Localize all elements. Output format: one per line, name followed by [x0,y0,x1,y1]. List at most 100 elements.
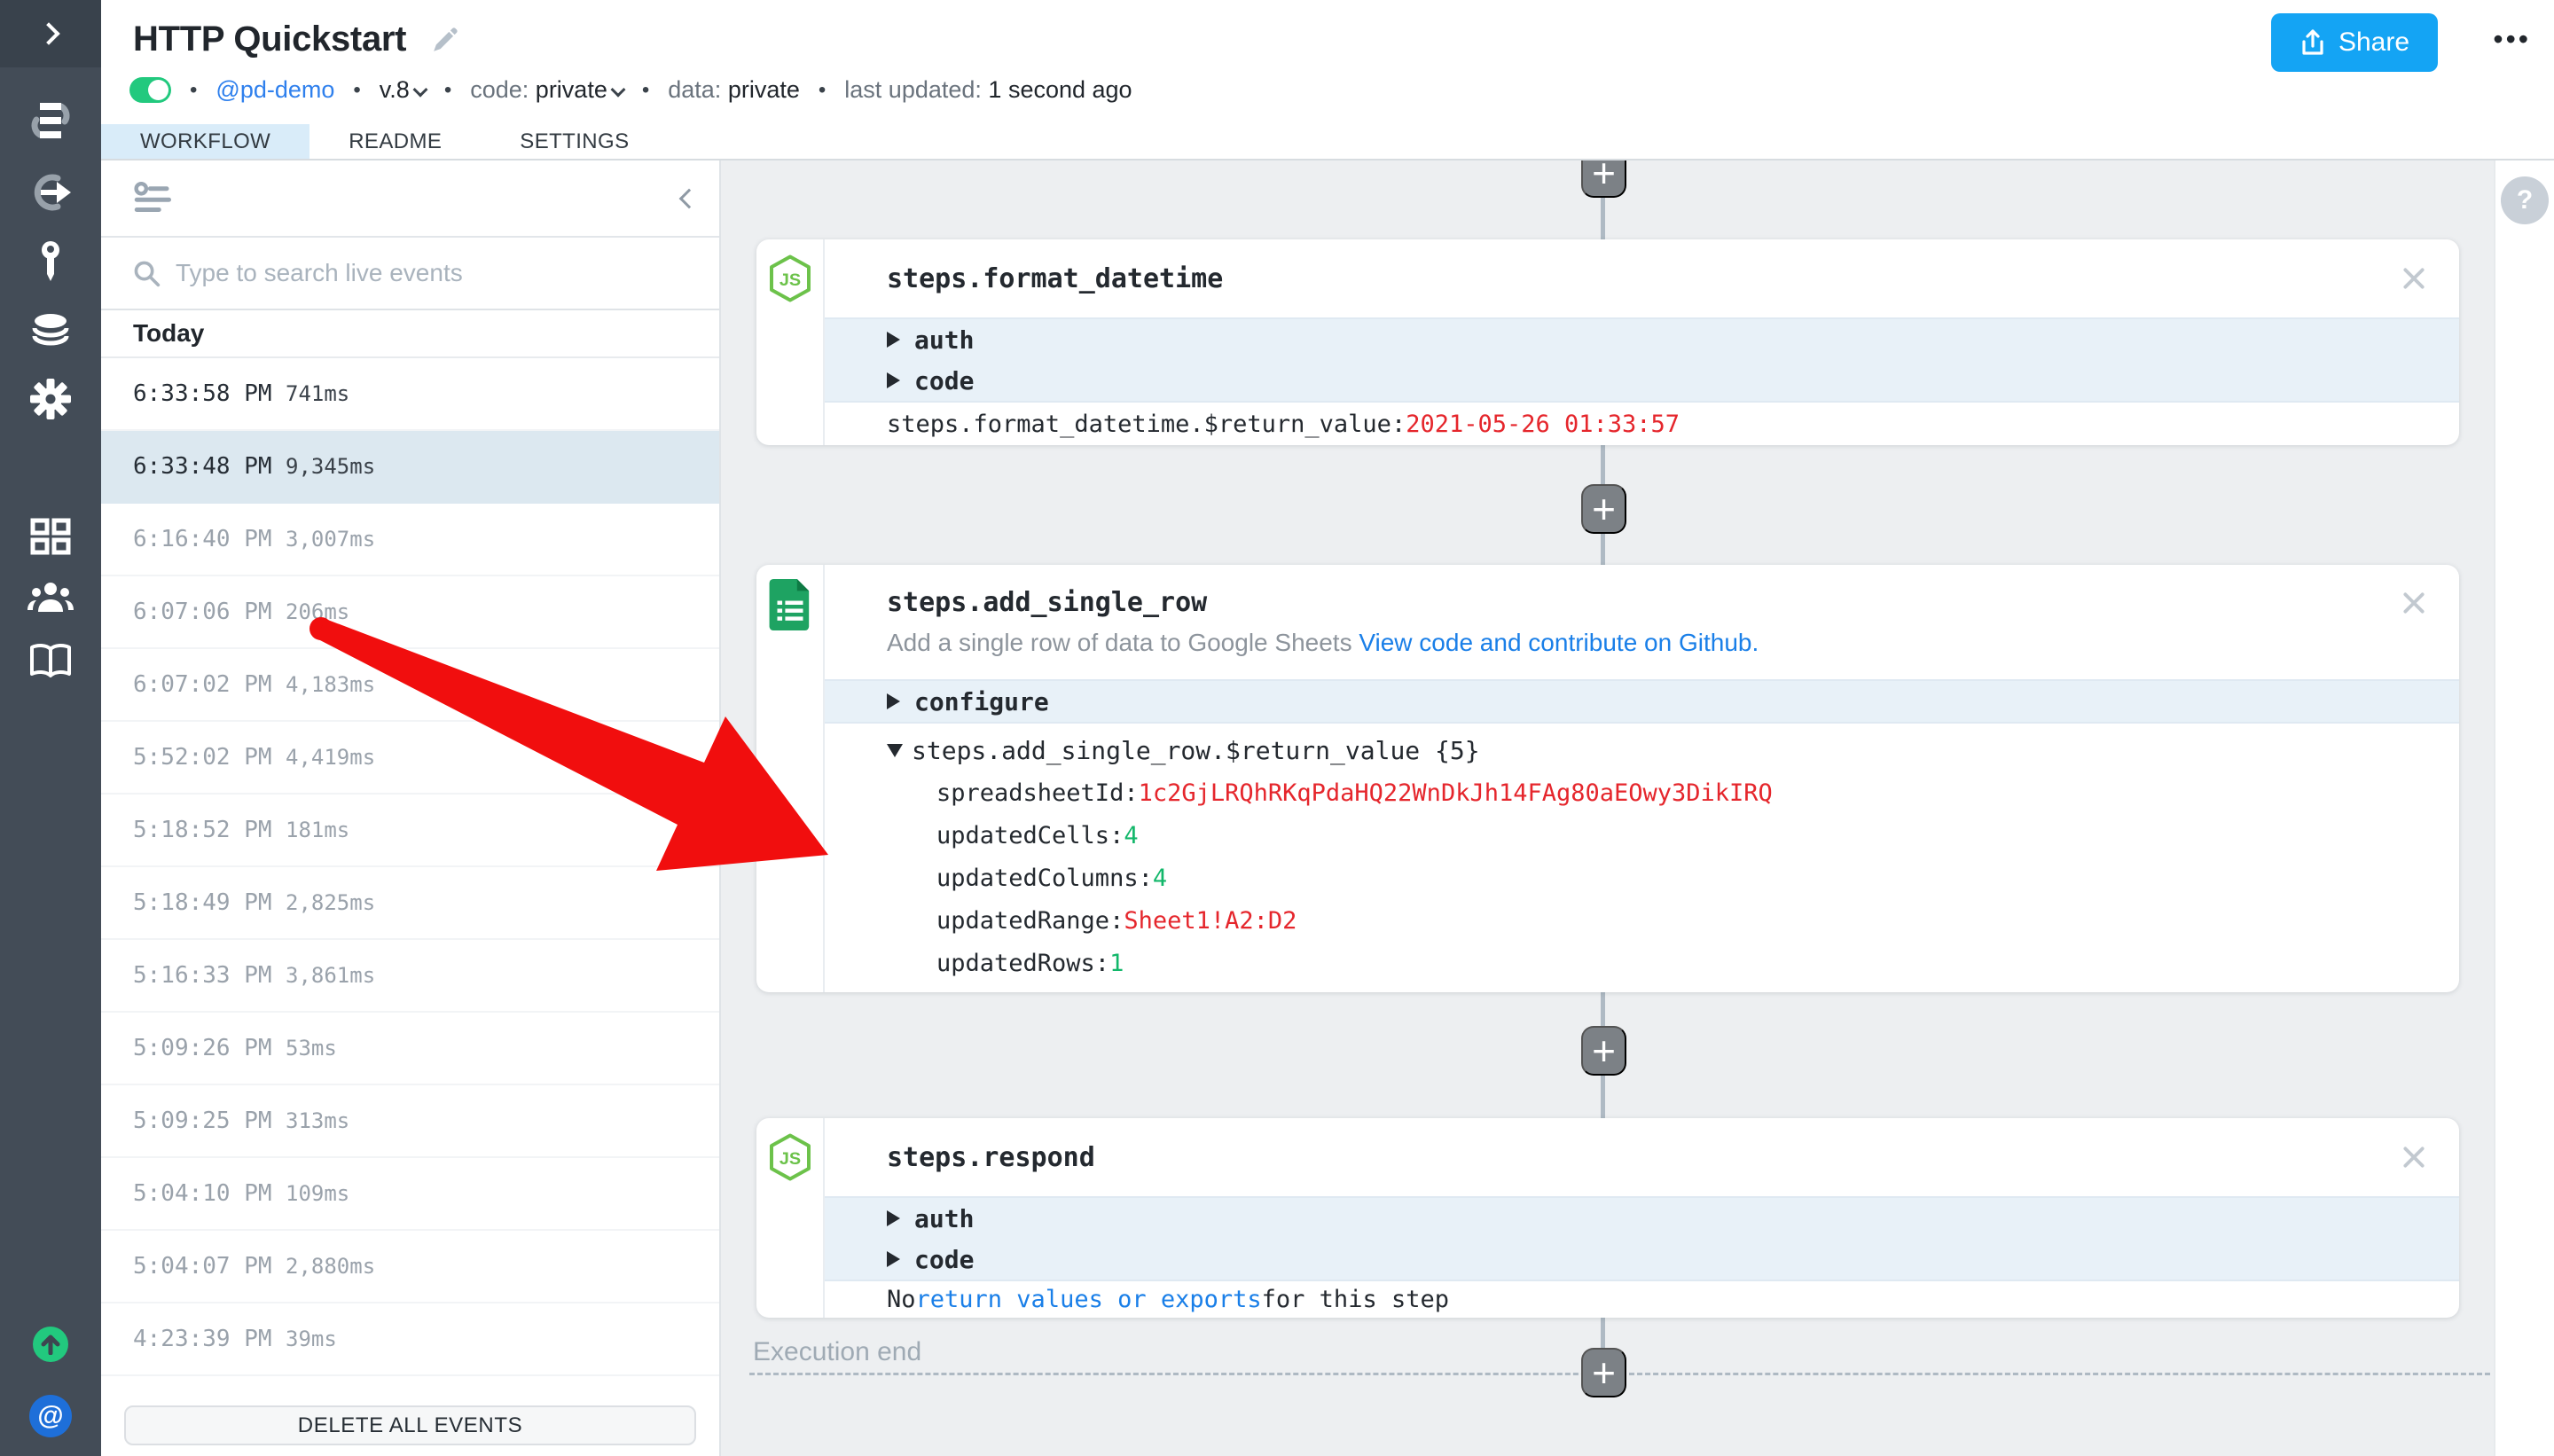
collapse-panel-icon[interactable] [679,188,700,208]
step-sections: configure [825,679,2459,724]
sql-database-icon [29,310,72,349]
toggle-knob [148,80,168,100]
event-duration: 2,880ms [286,1254,375,1279]
step-description: Add a single row of data to Google Sheet… [887,629,2427,657]
github-link[interactable]: View code and contribute on Github. [1359,629,1759,656]
auth-section-toggle[interactable]: auth [825,319,2459,360]
event-list-item[interactable]: 5:04:07 PM 2,880ms [101,1231,719,1303]
edit-title-button[interactable] [431,26,459,54]
field-value: 1c2GjLRQhRKqPdaHQ22WnDkJh14FAg80aEOwy3Di… [1139,779,1773,807]
tab-readme[interactable]: README [309,124,481,159]
event-list-item[interactable]: 5:18:49 PM 2,825ms [101,867,719,940]
event-time: 5:04:07 PM [133,1253,286,1280]
upgrade-icon [41,1334,60,1355]
filter-icon[interactable] [131,181,176,216]
event-list-item[interactable]: 6:16:40 PM 3,007ms [101,504,719,576]
tab-workflow[interactable]: WORKFLOW [101,124,309,159]
execution-end-label: Execution end [753,1337,921,1367]
event-list-item[interactable]: 5:09:26 PM 53ms [101,1013,719,1085]
event-list-item[interactable]: 5:09:25 PM 313ms [101,1085,719,1158]
step-icon-column [756,565,825,992]
event-duration: 39ms [286,1327,337,1351]
event-time: 5:04:10 PM [133,1180,286,1207]
field-value: 1 [1109,950,1124,977]
support-at-icon: @ [37,1401,63,1431]
add-step-button[interactable]: + [1581,160,1626,198]
upgrade-button[interactable] [33,1327,68,1362]
code-section-toggle[interactable]: code [825,1239,2459,1280]
separator-dot: • [353,78,360,103]
code-section-toggle[interactable]: code [825,360,2459,401]
workflow-header: HTTP Quickstart • @pd-demo • v.8 • code:… [101,0,2554,124]
return-value-text: 2021-05-26 01:33:57 [1406,411,1680,438]
event-time: 6:16:40 PM [133,526,286,552]
event-duration: 2,825ms [286,890,375,915]
close-icon [2401,265,2427,292]
community-nav-item[interactable] [27,578,74,615]
apps-nav-item[interactable] [30,518,71,555]
owner-link[interactable]: @pd-demo [215,76,334,104]
triangle-down-icon [887,744,903,757]
return-values-link[interactable]: return values or exports [916,1286,1262,1313]
add-step-button[interactable]: + [1581,1026,1626,1076]
svg-text:JS: JS [779,1149,800,1169]
add-step-button[interactable]: + [1581,484,1626,534]
return-value-toggle[interactable]: steps.add_single_row.$return_value {5} [825,729,2459,771]
pencil-icon [431,26,459,54]
sql-nav-item[interactable] [29,310,72,349]
event-list-item[interactable]: 6:33:48 PM 9,345ms [101,431,719,504]
event-list-item[interactable]: 5:18:52 PM 181ms [101,795,719,867]
event-time: 6:07:06 PM [133,599,286,625]
event-time: 5:18:52 PM [133,817,286,843]
workflow-canvas: Execution end + + + + JS steps.format_da… [721,160,2494,1456]
event-list-item[interactable]: 6:33:58 PM 741ms [101,358,719,431]
pipedream-workflow-page: @ HTTP Quickstart • @pd-demo • v.8 • cod… [0,0,2554,1456]
auth-section-toggle[interactable]: auth [825,1198,2459,1239]
delete-all-events-button[interactable]: DELETE ALL EVENTS [124,1405,696,1445]
delete-step-button[interactable] [2401,1144,2427,1170]
event-list-item[interactable]: 6:07:02 PM 4,183ms [101,649,719,722]
workflows-nav-item[interactable] [27,99,74,142]
deploy-toggle[interactable] [129,77,171,103]
event-sources-nav-item[interactable] [28,171,73,214]
chevron-down-icon [610,82,625,98]
add-step-button[interactable]: + [1581,1348,1626,1397]
last-updated: last updated: 1 second ago [844,76,1132,104]
event-list-item[interactable]: 5:52:02 PM 4,419ms [101,722,719,795]
settings-gear-icon [29,378,72,420]
event-duration: 4,183ms [286,672,375,697]
settings-nav-item[interactable] [29,378,72,420]
tab-settings[interactable]: SETTINGS [481,124,668,159]
configure-section-toggle[interactable]: configure [825,681,2459,722]
step-sections: auth code [825,1196,2459,1281]
share-button[interactable]: Share [2271,13,2438,72]
step-card-format-datetime: JS steps.format_datetime auth code [756,239,2459,445]
nodejs-icon: JS [765,254,815,303]
event-sources-icon [28,171,73,214]
expand-icon [37,22,59,44]
separator-dot: • [642,78,649,103]
support-button[interactable]: @ [29,1395,72,1437]
event-list-item[interactable]: 4:23:39 PM 39ms [101,1303,719,1376]
version-dropdown[interactable]: v.8 [380,76,426,104]
event-list-item[interactable]: 5:16:33 PM 3,861ms [101,940,719,1013]
event-list-item[interactable]: 6:07:06 PM 206ms [101,576,719,649]
help-button[interactable]: ? [2501,176,2549,224]
accounts-nav-item[interactable] [35,240,66,285]
search-input[interactable] [176,259,689,287]
event-duration: 206ms [286,599,349,624]
event-list-item[interactable]: 5:04:10 PM 109ms [101,1158,719,1231]
event-time: 5:16:33 PM [133,962,286,989]
separator-dot: • [819,78,826,103]
delete-step-button[interactable] [2401,265,2427,292]
docs-book-icon [28,642,73,679]
triangle-right-icon [887,372,900,388]
event-time: 5:52:02 PM [133,744,286,771]
expand-rail-button[interactable] [0,0,101,67]
code-visibility-dropdown[interactable]: code: private [470,76,623,104]
docs-nav-item[interactable] [28,642,73,679]
more-menu-button[interactable]: ••• [2493,23,2531,56]
chevron-down-icon [412,82,427,98]
event-time: 6:07:02 PM [133,671,286,698]
delete-step-button[interactable] [2401,590,2427,616]
